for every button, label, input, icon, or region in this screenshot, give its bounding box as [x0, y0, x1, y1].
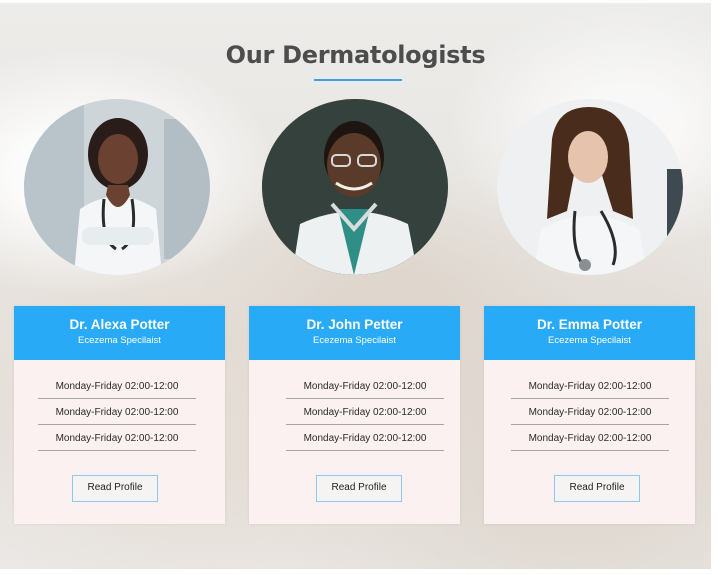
doctor-specialty: Ecezema Specilaist — [78, 335, 161, 346]
doctor-card-emma-potter: Dr. Emma Potter Ecezema Specilaist Monda… — [484, 306, 695, 524]
read-profile-button[interactable]: Read Profile — [554, 475, 640, 502]
doctor-photo-john-petter — [262, 99, 448, 275]
office-hours-row: Monday-Friday 02:00-12:00 — [511, 400, 669, 425]
doctor-name: Dr. John Petter — [306, 317, 403, 332]
office-hours-row: Monday-Friday 02:00-12:00 — [38, 400, 196, 425]
title-underline — [314, 79, 402, 81]
doctor-card-john-petter: Dr. John Petter Ecezema Specilaist Monda… — [249, 306, 460, 524]
doctor-name: Dr. Alexa Potter — [69, 317, 170, 332]
office-hours-row: Monday-Friday 02:00-12:00 — [286, 400, 444, 425]
dermatologists-section: Our Dermatologists Dr. Alexa Potter Ecez… — [0, 3, 711, 569]
office-hours-row: Monday-Friday 02:00-12:00 — [511, 426, 669, 451]
doctor-photo-alexa-potter — [24, 99, 210, 275]
office-hours-row: Monday-Friday 02:00-12:00 — [286, 426, 444, 451]
office-hours-list: Monday-Friday 02:00-12:00 Monday-Friday … — [38, 374, 196, 451]
office-hours-row: Monday-Friday 02:00-12:00 — [286, 374, 444, 399]
doctor-card-alexa-potter: Dr. Alexa Potter Ecezema Specilaist Mond… — [14, 306, 225, 524]
read-profile-button[interactable]: Read Profile — [316, 475, 402, 502]
doctor-specialty: Ecezema Specilaist — [548, 335, 631, 346]
office-hours-list: Monday-Friday 02:00-12:00 Monday-Friday … — [511, 374, 669, 451]
doctor-card-header: Dr. Alexa Potter Ecezema Specilaist — [14, 306, 225, 360]
section-title: Our Dermatologists — [225, 41, 486, 69]
office-hours-row: Monday-Friday 02:00-12:00 — [38, 374, 196, 399]
office-hours-list: Monday-Friday 02:00-12:00 Monday-Friday … — [286, 374, 444, 451]
doctor-card-header: Dr. John Petter Ecezema Specilaist — [249, 306, 460, 360]
doctor-card-header: Dr. Emma Potter Ecezema Specilaist — [484, 306, 695, 360]
doctor-specialty: Ecezema Specilaist — [313, 335, 396, 346]
doctor-name: Dr. Emma Potter — [536, 317, 643, 332]
doctor-photo-emma-potter — [497, 99, 683, 275]
office-hours-row: Monday-Friday 02:00-12:00 — [38, 426, 196, 451]
read-profile-button[interactable]: Read Profile — [72, 475, 158, 502]
office-hours-row: Monday-Friday 02:00-12:00 — [511, 374, 669, 399]
